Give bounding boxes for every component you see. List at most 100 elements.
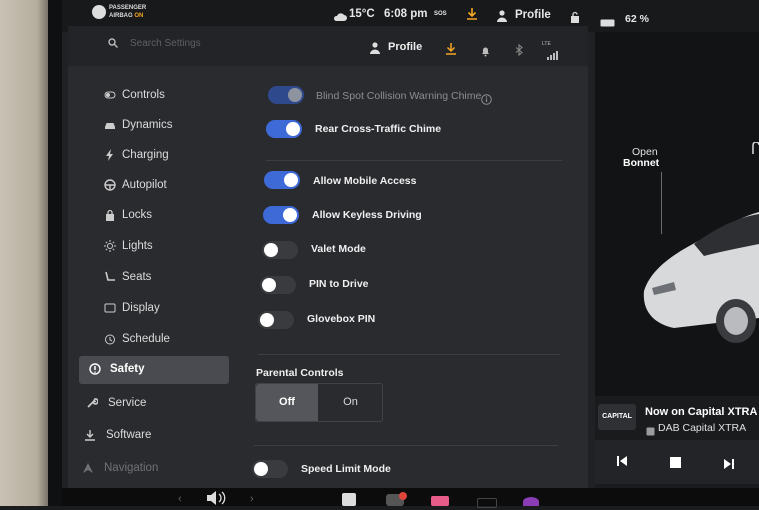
- mobile-access-toggle[interactable]: [264, 171, 300, 189]
- speed-limit-mode-toggle[interactable]: [252, 460, 288, 478]
- alert-circle-icon: [89, 363, 101, 375]
- battery-percent: 62 %: [625, 13, 649, 25]
- keyless-driving-label: Allow Keyless Driving: [312, 209, 422, 221]
- divider: [254, 445, 558, 446]
- signal-icon: [547, 47, 559, 60]
- sidebar-item-charging[interactable]: Charging: [82, 143, 228, 169]
- volume-down-icon[interactable]: ‹: [178, 493, 182, 505]
- sidebar-item-service[interactable]: Service: [68, 391, 214, 417]
- passenger-airbag-indicator: PASSENGER AIRBAG ON: [92, 3, 150, 25]
- bell-icon[interactable]: [480, 44, 491, 57]
- bluetooth-icon[interactable]: [514, 43, 524, 57]
- temperature: 15°C: [349, 8, 375, 20]
- car-icon: [104, 119, 116, 131]
- speed-limit-mode-label: Speed Limit Mode: [301, 463, 391, 475]
- station-logo: CAPITAL: [598, 404, 636, 430]
- wrench-icon: [86, 397, 99, 409]
- rear-cross-traffic-toggle[interactable]: [266, 120, 302, 138]
- sidebar-item-label: Service: [108, 397, 147, 409]
- valet-mode-toggle[interactable]: [262, 241, 298, 259]
- lightning-icon: [104, 149, 116, 161]
- clock: 6:08 pm: [384, 8, 428, 20]
- lock-icon: [104, 209, 116, 221]
- sun-icon: [104, 240, 116, 252]
- glovebox-pin-toggle[interactable]: [258, 311, 294, 329]
- keyless-driving-toggle[interactable]: [263, 206, 299, 224]
- app-icon[interactable]: [431, 496, 449, 506]
- sidebar-item-schedule[interactable]: Schedule: [82, 327, 228, 353]
- sidebar-item-label: Locks: [122, 209, 153, 221]
- pin-to-drive-label: PIN to Drive: [309, 278, 369, 290]
- rear-cross-traffic-label: Rear Cross-Traffic Chime: [315, 123, 442, 135]
- sidebar-item-lights[interactable]: Lights: [82, 234, 228, 260]
- sidebar-item-dynamics[interactable]: Dynamics: [82, 113, 228, 139]
- header-download-icon[interactable]: [445, 42, 457, 56]
- previous-track-icon[interactable]: [616, 454, 628, 466]
- app-icon[interactable]: [477, 498, 497, 508]
- battery-icon: [600, 14, 616, 27]
- now-playing-title: Now on Capital XTRA: [645, 406, 758, 418]
- status-profile[interactable]: Profile: [515, 9, 551, 21]
- sidebar-item-label: Schedule: [122, 333, 170, 345]
- sidebar-item-navigation[interactable]: Navigation: [64, 456, 210, 482]
- divider: [258, 354, 560, 355]
- radio-source: DAB Capital XTRA: [658, 422, 747, 434]
- sidebar-item-label: Charging: [122, 149, 169, 161]
- blind-spot-chime-toggle[interactable]: [268, 86, 304, 104]
- display-icon: [104, 302, 116, 314]
- weather-cloud-icon: [333, 9, 347, 21]
- download-icon: [84, 429, 96, 441]
- glovebox-pin-label: Glovebox PIN: [307, 313, 376, 325]
- sidebar-item-display[interactable]: Display: [82, 296, 228, 322]
- sidebar-item-locks[interactable]: Locks: [82, 203, 228, 229]
- sidebar-item-label: Controls: [122, 89, 165, 101]
- seat-icon: [104, 271, 116, 283]
- sidebar-item-safety[interactable]: Safety: [79, 356, 229, 384]
- sidebar-item-controls[interactable]: Controls: [82, 83, 228, 109]
- profile-icon: [497, 9, 507, 22]
- parental-controls-title: Parental Controls: [256, 367, 344, 379]
- airbag-label-line1: PASSENGER: [109, 5, 147, 11]
- mobile-access-label: Allow Mobile Access: [313, 175, 417, 187]
- sidebar-item-label: Lights: [122, 240, 153, 252]
- car-3d-model[interactable]: [634, 196, 759, 346]
- app-icon[interactable]: [523, 497, 539, 506]
- airbag-icon: [92, 5, 106, 19]
- bonnet-label[interactable]: Bonnet: [623, 157, 659, 169]
- app-icon[interactable]: [342, 493, 356, 506]
- steering-wheel-icon: [104, 179, 116, 191]
- search-icon: [108, 35, 118, 48]
- trunk-indicator-icon[interactable]: [752, 141, 759, 156]
- search-input[interactable]: [130, 35, 280, 51]
- sidebar-item-label: Safety: [110, 363, 145, 375]
- sidebar-item-label: Dynamics: [122, 119, 173, 131]
- header-profile[interactable]: Profile: [388, 41, 422, 53]
- sidebar-item-label: Display: [122, 302, 160, 314]
- volume-icon[interactable]: [206, 491, 226, 505]
- navigation-icon: [82, 462, 94, 474]
- toggle-icon: [104, 89, 116, 101]
- volume-up-icon[interactable]: ›: [250, 493, 254, 505]
- sidebar-item-seats[interactable]: Seats: [82, 265, 228, 291]
- airbag-label-line2: AIRBAG: [109, 13, 133, 19]
- radio-source-icon: [646, 423, 655, 436]
- sidebar-item-label: Seats: [122, 271, 152, 283]
- lock-icon[interactable]: [570, 10, 580, 23]
- parental-off-option[interactable]: Off: [256, 384, 318, 421]
- download-icon[interactable]: [466, 7, 478, 21]
- sos-indicator: SOS: [434, 11, 447, 17]
- info-icon[interactable]: [481, 92, 492, 105]
- sidebar-item-label: Autopilot: [122, 179, 167, 191]
- blind-spot-chime-label: Blind Spot Collision Warning Chime: [316, 90, 482, 102]
- stop-icon[interactable]: [670, 455, 681, 468]
- pin-to-drive-toggle[interactable]: [260, 276, 296, 294]
- next-track-icon[interactable]: [723, 457, 735, 469]
- parental-on-option[interactable]: On: [319, 384, 382, 421]
- sidebar-item-autopilot[interactable]: Autopilot: [82, 173, 228, 199]
- sidebar-item-label: Software: [106, 429, 152, 441]
- bottom-dock: [62, 488, 759, 506]
- notification-badge: [399, 492, 407, 500]
- airbag-state: ON: [134, 13, 144, 19]
- sidebar-item-software[interactable]: Software: [66, 423, 212, 449]
- alarm-clock-icon: [104, 333, 116, 345]
